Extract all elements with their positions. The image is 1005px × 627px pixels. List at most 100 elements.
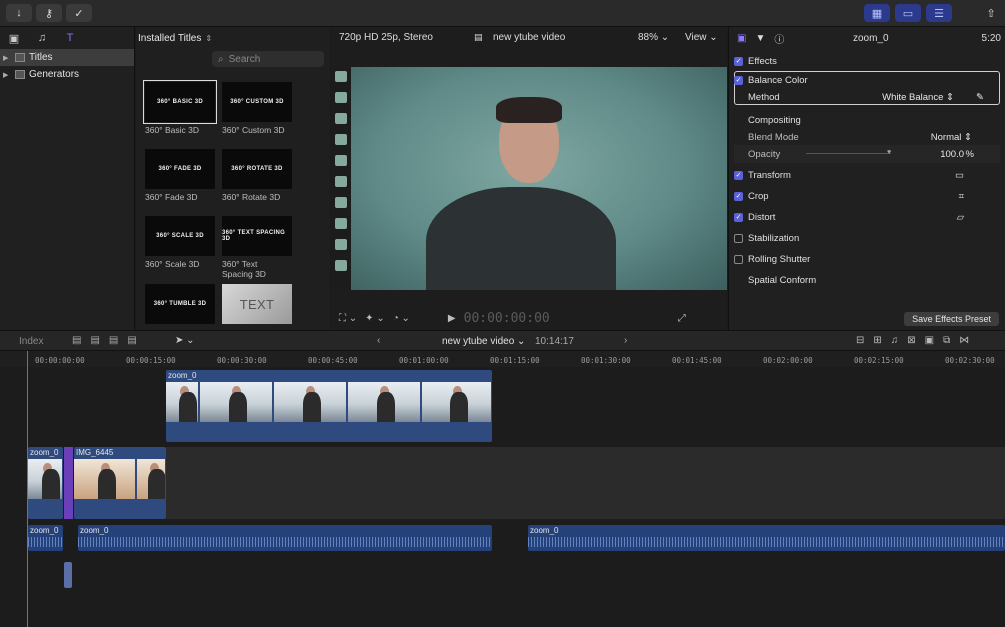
audio-clip[interactable]: zoom_0 [28,525,63,551]
distort-row[interactable]: ✓ Distort ▱ [734,208,1000,226]
fullscreen-icon[interactable]: ⤢ [678,313,686,324]
music-icon[interactable]: ♫ [35,32,49,44]
ruler-tick: 00:02:30:00 [945,356,995,365]
checkbox-checked[interactable]: ✓ [734,75,743,85]
section-label: Compositing [748,114,801,126]
playhead[interactable] [27,351,28,627]
back-arrow-icon[interactable]: ‹ [377,335,380,346]
checkbox-checked[interactable]: ✓ [734,191,743,201]
param-label: Method [748,91,780,103]
balance-color-row[interactable]: ✓ Balance Color [734,71,1000,89]
audio-fragment[interactable] [64,562,72,588]
save-effects-preset-button[interactable]: Save Effects Preset [904,312,999,326]
checkbox-unchecked[interactable] [734,254,743,264]
opacity-row: Opacity ♥ 100.0 % [734,145,1000,163]
browser-header[interactable]: Installed Titles ⇕ [136,27,330,49]
color-inspector-icon[interactable]: ▼ [755,33,765,44]
chevron-down-icon: ⌄ [660,31,670,43]
primary-video-clip[interactable]: IMG_6445 [74,447,166,519]
sidebar-item-titles[interactable]: ▶ Titles [0,49,134,66]
connected-video-clip[interactable]: zoom_0 [166,370,492,442]
inspector: ▣ ▼ ⓘ zoom_0 5:20 ✓ Effects ✓ Balance Co… [728,27,1005,330]
audio-clip[interactable]: zoom_0 [528,525,1005,551]
rolling-shutter-row[interactable]: Rolling Shutter [734,250,1000,268]
inspector-toggle-button[interactable]: ☰ [926,4,952,22]
magic-wand-icon[interactable]: ✦ ⌄ [365,313,385,324]
search-field[interactable]: ⌕ Search [212,51,324,67]
crop-row[interactable]: ✓ Crop ⌗ [734,187,1000,205]
checkbox-checked[interactable]: ✓ [734,170,743,180]
method-dropdown[interactable]: White Balance ⇕ [882,92,954,103]
tile-label: 360° Rotate 3D [222,192,281,202]
timeline-ruler[interactable]: 00:00:00:00 00:00:15:00 00:00:30:00 00:0… [0,351,1005,367]
timeline-project-name: new ytube video [442,336,515,347]
title-tile[interactable]: 360° TUMBLE 3D [145,284,215,324]
share-button[interactable]: ⇧ [978,4,1004,22]
title-tile[interactable]: 360° CUSTOM 3D [222,82,292,122]
checkbox-checked[interactable]: ✓ [734,212,743,222]
section-label: Effects [748,55,777,67]
title-tile[interactable]: TEXT [222,284,292,324]
transform-onscreen-icon[interactable]: ▭ [955,170,964,181]
timeline-toggle-button[interactable]: ▭ [895,4,921,22]
view-menu[interactable]: View ⌄ [685,32,718,43]
timeline-project-dropdown[interactable]: new ytube video ⌄ [442,336,525,347]
video-frame[interactable] [331,67,727,290]
distort-onscreen-icon[interactable]: ▱ [957,212,964,223]
checkbox-checked[interactable]: ✓ [734,56,743,66]
titles-icon[interactable]: T [63,32,77,44]
select-tool-icon[interactable]: ➤ ⌄ [175,335,195,346]
clip-label: zoom_0 [80,526,109,535]
index-button[interactable]: Index [19,336,43,347]
down-arrow-icon: ↓ [16,7,22,19]
title-tile[interactable]: 360° SCALE 3D [145,216,215,256]
transition-marker[interactable] [64,447,73,519]
title-tile[interactable]: 360° FADE 3D [145,149,215,189]
clapper-icon[interactable]: ▣ [7,32,21,45]
crop-onscreen-icon[interactable]: ⌗ [959,191,964,202]
forward-arrow-icon[interactable]: › [624,335,627,346]
eyedropper-icon[interactable]: ✎ [976,92,984,103]
info-icon[interactable]: ⓘ [774,31,784,46]
chevron-down-icon: ⌄ [709,31,718,43]
zoom-dropdown[interactable]: 88% ⌄ [638,32,669,43]
edit-buttons-icon[interactable]: ▤▤▤▤ [72,335,146,346]
ruler-tick: 00:02:00:00 [763,356,813,365]
ruler-tick: 00:02:15:00 [854,356,904,365]
play-icon[interactable]: ▶ [448,313,456,324]
sliders-icon: ☰ [934,7,944,20]
blend-mode-dropdown[interactable]: Normal ⇕ [931,132,972,143]
timeline-tools-icon[interactable]: ⊟⊞♫⊠▣⧉⋈ [856,335,978,346]
browser-toggle-button[interactable]: ▦ [864,4,890,22]
effects-section[interactable]: ✓ Effects [734,52,1000,70]
disclosure-triangle-icon[interactable]: ▶ [3,71,11,79]
viewer: 720p HD 25p, Stereo ▤ new ytube video 88… [331,27,727,330]
video-inspector-icon[interactable]: ▣ [737,33,746,44]
transform-tool-icon[interactable]: ⛶ ⌄ [339,313,357,324]
sidebar-item-label: Generators [29,69,80,80]
opacity-value[interactable]: 100.0 [940,149,964,160]
blend-mode-row: Blend Mode Normal ⇕ [734,128,1000,146]
timeline[interactable]: zoom_0 zoom_0 IMG_6445 zoom_0 zoom_0 zoo… [0,367,1005,627]
title-tile[interactable]: 360° TEXT SPACING 3D [222,216,292,256]
title-tile[interactable]: 360° ROTATE 3D [222,149,292,189]
speed-gauge-icon[interactable]: ◔ ⌄ [393,313,410,324]
timeline-duration: 10:14:17 [535,336,574,347]
slider-handle-icon[interactable]: ♥ [887,149,891,156]
keyword-button[interactable]: ⚷ [36,4,62,22]
import-button[interactable]: ↓ [6,4,32,22]
stabilization-row[interactable]: Stabilization [734,229,1000,247]
audio-clip[interactable]: zoom_0 [78,525,492,551]
disclosure-triangle-icon[interactable]: ▶ [3,54,11,62]
title-tile[interactable]: 360° BASIC 3D [143,80,217,124]
primary-video-clip[interactable]: zoom_0 [28,447,63,519]
section-label: Distort [748,211,776,223]
compositing-section[interactable]: Compositing [734,111,1000,129]
transform-row[interactable]: ✓ Transform ▭ [734,166,1000,184]
opacity-slider[interactable] [806,153,891,154]
section-label: Transform [748,169,791,181]
sidebar-item-generators[interactable]: ▶ Generators [0,66,134,83]
spatial-conform-row[interactable]: Spatial Conform [734,271,1000,289]
background-tasks-button[interactable]: ✓ [66,4,92,22]
checkbox-unchecked[interactable] [734,233,743,243]
